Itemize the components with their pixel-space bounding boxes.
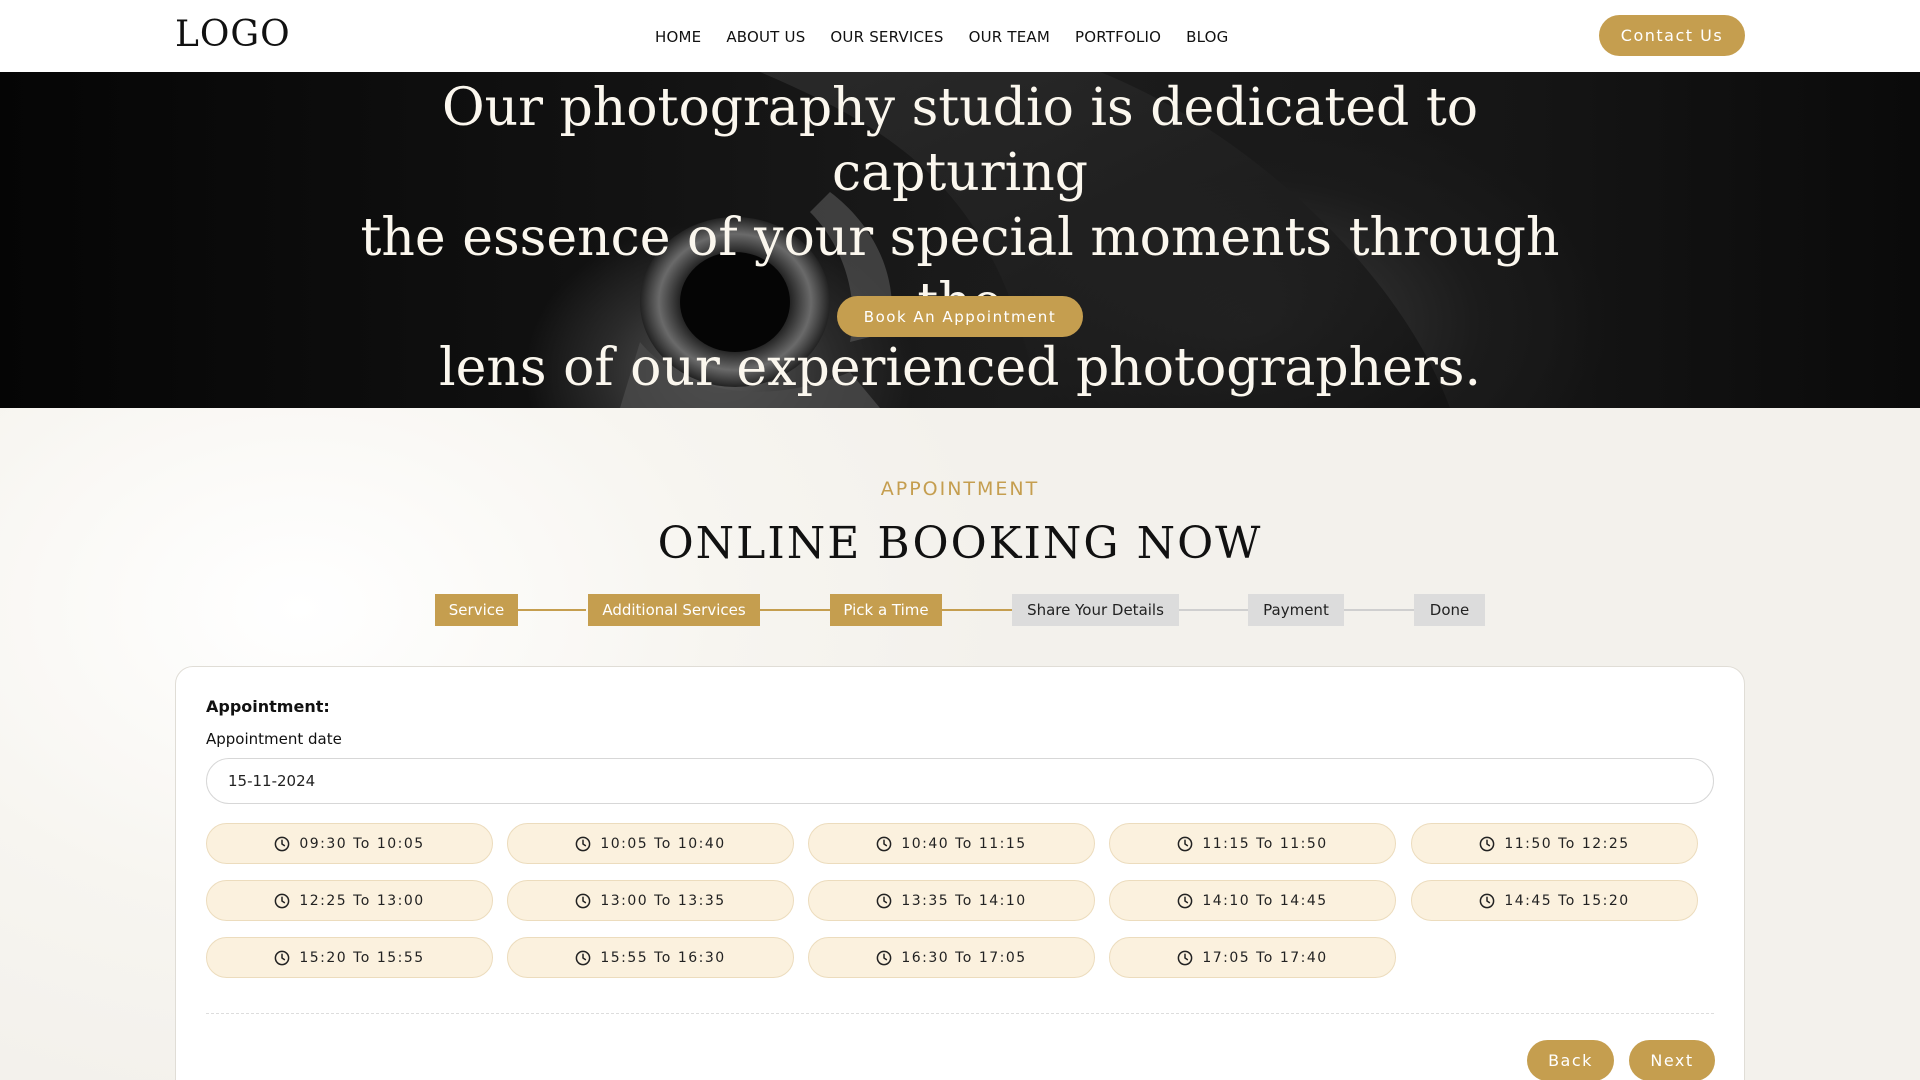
hero-heading-line: Our photography studio is dedicated to c… xyxy=(441,78,1479,203)
time-slot-button[interactable]: 12:25 To 13:00 xyxy=(206,880,493,921)
appointment-date-input[interactable] xyxy=(206,758,1714,804)
step-connector xyxy=(760,609,830,611)
nav-home[interactable]: HOME xyxy=(655,28,701,46)
site-header: LOGO HOME ABOUT US OUR SERVICES OUR TEAM… xyxy=(0,0,1920,72)
clock-icon xyxy=(876,950,892,965)
clock-icon xyxy=(575,950,591,965)
hero-banner: Our photography studio is dedicated to c… xyxy=(0,72,1920,408)
time-slot-button[interactable]: 14:10 To 14:45 xyxy=(1109,880,1396,921)
time-slot-button[interactable]: 09:30 To 10:05 xyxy=(206,823,493,864)
next-button[interactable]: Next xyxy=(1629,1040,1715,1080)
hero-heading-line: lens of our experienced photographers. xyxy=(438,338,1482,398)
time-slot-button[interactable]: 15:55 To 16:30 xyxy=(507,937,794,978)
nav-our-services[interactable]: OUR SERVICES xyxy=(830,28,943,46)
clock-icon xyxy=(274,836,290,851)
nav-blog[interactable]: BLOG xyxy=(1186,28,1228,46)
time-slot-label: 13:00 To 13:35 xyxy=(600,892,726,909)
time-slot-label: 10:40 To 11:15 xyxy=(901,835,1027,852)
time-slot-button[interactable]: 15:20 To 15:55 xyxy=(206,937,493,978)
appointment-heading: Appointment: xyxy=(206,697,330,716)
contact-us-button[interactable]: Contact Us xyxy=(1599,15,1745,56)
time-slot-label: 16:30 To 17:05 xyxy=(901,949,1027,966)
step-connector xyxy=(516,609,586,611)
appointment-date-label: Appointment date xyxy=(206,730,342,748)
time-slot-button[interactable]: 16:30 To 17:05 xyxy=(808,937,1095,978)
time-slot-button[interactable]: 11:15 To 11:50 xyxy=(1109,823,1396,864)
step-connector xyxy=(941,609,1016,611)
time-slot-button[interactable]: 14:45 To 15:20 xyxy=(1411,880,1698,921)
time-slot-button[interactable]: 17:05 To 17:40 xyxy=(1109,937,1396,978)
time-slot-button[interactable]: 10:05 To 10:40 xyxy=(507,823,794,864)
time-slot-button[interactable]: 13:35 To 14:10 xyxy=(808,880,1095,921)
step-connector xyxy=(1178,609,1248,611)
time-slot-label: 13:35 To 14:10 xyxy=(901,892,1027,909)
step-payment[interactable]: Payment xyxy=(1248,594,1344,626)
step-additional-services[interactable]: Additional Services xyxy=(588,594,760,626)
hero-heading: Our photography studio is dedicated to c… xyxy=(340,76,1580,401)
time-slot-button[interactable]: 11:50 To 12:25 xyxy=(1411,823,1698,864)
book-appointment-button[interactable]: Book An Appointment xyxy=(837,296,1083,337)
back-button[interactable]: Back xyxy=(1527,1040,1614,1080)
step-service[interactable]: Service xyxy=(435,594,518,626)
clock-icon xyxy=(876,893,892,908)
section-eyebrow: APPOINTMENT xyxy=(880,478,1040,500)
main-nav: HOME ABOUT US OUR SERVICES OUR TEAM PORT… xyxy=(655,28,1229,46)
time-slot-label: 17:05 To 17:40 xyxy=(1202,949,1328,966)
clock-icon xyxy=(1177,893,1193,908)
clock-icon xyxy=(876,836,892,851)
time-slot-label: 14:45 To 15:20 xyxy=(1504,892,1630,909)
time-slot-label: 11:15 To 11:50 xyxy=(1202,835,1328,852)
logo[interactable]: LOGO xyxy=(175,14,291,55)
nav-our-team[interactable]: OUR TEAM xyxy=(969,28,1050,46)
divider xyxy=(206,1013,1714,1014)
step-connector xyxy=(1344,609,1414,611)
time-slot-label: 11:50 To 12:25 xyxy=(1504,835,1630,852)
clock-icon xyxy=(274,893,290,908)
clock-icon xyxy=(1177,950,1193,965)
nav-portfolio[interactable]: PORTFOLIO xyxy=(1075,28,1161,46)
time-slot-label: 09:30 To 10:05 xyxy=(299,835,425,852)
time-slot-button[interactable]: 13:00 To 13:35 xyxy=(507,880,794,921)
clock-icon xyxy=(575,836,591,851)
time-slot-label: 12:25 To 13:00 xyxy=(299,892,425,909)
step-share-your-details[interactable]: Share Your Details xyxy=(1012,594,1179,626)
time-slot-button[interactable]: 10:40 To 11:15 xyxy=(808,823,1095,864)
clock-icon xyxy=(575,893,591,908)
clock-icon xyxy=(1479,836,1495,851)
time-slot-label: 15:55 To 16:30 xyxy=(600,949,726,966)
time-slot-label: 10:05 To 10:40 xyxy=(600,835,726,852)
section-title: ONLINE BOOKING NOW xyxy=(657,518,1263,569)
clock-icon xyxy=(1479,893,1495,908)
clock-icon xyxy=(274,950,290,965)
time-slot-label: 14:10 To 14:45 xyxy=(1202,892,1328,909)
step-pick-a-time[interactable]: Pick a Time xyxy=(830,594,942,626)
appointment-card: Appointment: Appointment date 09:30 To 1… xyxy=(175,666,1745,1080)
booking-section: APPOINTMENT ONLINE BOOKING NOW Service A… xyxy=(0,408,1920,1080)
nav-about-us[interactable]: ABOUT US xyxy=(726,28,805,46)
time-slot-label: 15:20 To 15:55 xyxy=(299,949,425,966)
clock-icon xyxy=(1177,836,1193,851)
booking-stepper: Service Additional Services Pick a Time … xyxy=(435,594,1485,626)
step-done[interactable]: Done xyxy=(1414,594,1485,626)
